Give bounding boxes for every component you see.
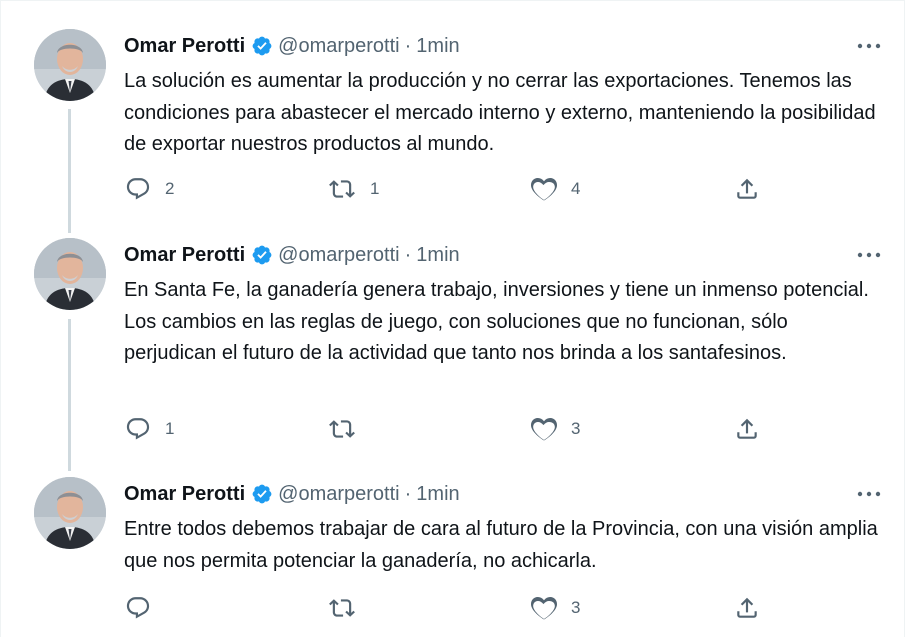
tweet[interactable]: Omar Perotti @omarperotti · 1min La solu… bbox=[1, 29, 906, 229]
author-name[interactable]: Omar Perotti bbox=[124, 483, 245, 506]
avatar[interactable] bbox=[34, 238, 106, 310]
share-button[interactable] bbox=[734, 593, 760, 623]
like-button[interactable]: 3 bbox=[531, 414, 580, 444]
separator-dot: · bbox=[404, 34, 412, 57]
reply-icon bbox=[126, 418, 150, 440]
tweet-actions: 3 bbox=[1, 593, 906, 623]
verified-badge-icon bbox=[251, 244, 273, 266]
tweet-timestamp[interactable]: 1min bbox=[416, 35, 459, 58]
retweet-count: 1 bbox=[370, 179, 380, 198]
retweet-icon bbox=[329, 180, 355, 198]
verified-badge-icon bbox=[251, 483, 273, 505]
reply-button[interactable] bbox=[125, 593, 165, 623]
retweet-icon bbox=[329, 420, 355, 438]
tweet[interactable]: Omar Perotti @omarperotti · 1min En Sant… bbox=[1, 238, 906, 463]
more-icon[interactable] bbox=[857, 248, 881, 262]
heart-icon bbox=[531, 596, 557, 620]
tweet-header: Omar Perotti @omarperotti · 1min bbox=[124, 242, 460, 268]
tweet-text: Entre todos debemos trabajar de cara al … bbox=[124, 518, 878, 572]
tweet-text: La solución es aumentar la producción y … bbox=[124, 70, 876, 155]
tweet-header: Omar Perotti @omarperotti · 1min bbox=[124, 481, 460, 507]
share-icon bbox=[737, 597, 757, 618]
tweet-actions: 2 1 4 bbox=[1, 174, 906, 204]
avatar[interactable] bbox=[34, 477, 106, 549]
author-handle[interactable]: @omarperotti bbox=[278, 244, 399, 267]
retweet-button[interactable] bbox=[328, 593, 370, 623]
author-handle[interactable]: @omarperotti bbox=[278, 35, 399, 58]
avatar[interactable] bbox=[34, 29, 106, 101]
reply-count: 2 bbox=[165, 179, 175, 198]
heart-icon bbox=[531, 417, 557, 441]
reply-icon bbox=[126, 597, 150, 619]
retweet-button[interactable] bbox=[328, 414, 370, 444]
tweet-text: En Santa Fe, la ganadería genera trabajo… bbox=[124, 279, 869, 364]
tweet-header: Omar Perotti @omarperotti · 1min bbox=[124, 33, 460, 59]
reply-button[interactable]: 2 bbox=[125, 174, 174, 204]
like-count: 3 bbox=[571, 598, 581, 617]
more-icon[interactable] bbox=[857, 39, 881, 53]
like-button[interactable]: 4 bbox=[531, 174, 580, 204]
reply-icon bbox=[126, 178, 150, 200]
like-button[interactable]: 3 bbox=[531, 593, 580, 623]
like-count: 4 bbox=[571, 179, 581, 198]
share-button[interactable] bbox=[734, 174, 760, 204]
separator-dot: · bbox=[404, 482, 412, 505]
tweet-actions: 1 3 bbox=[1, 414, 906, 444]
share-icon bbox=[737, 178, 757, 199]
tweet[interactable]: Omar Perotti @omarperotti · 1min Entre t… bbox=[1, 477, 906, 638]
tweet-timestamp[interactable]: 1min bbox=[416, 244, 459, 267]
like-count: 3 bbox=[571, 419, 581, 438]
tweet-thread: Omar Perotti @omarperotti · 1min La solu… bbox=[0, 0, 905, 637]
retweet-icon bbox=[329, 599, 355, 617]
tweet-timestamp[interactable]: 1min bbox=[416, 483, 459, 506]
reply-button[interactable]: 1 bbox=[125, 414, 174, 444]
retweet-button[interactable]: 1 bbox=[328, 174, 379, 204]
author-name[interactable]: Omar Perotti bbox=[124, 244, 245, 267]
reply-count: 1 bbox=[165, 419, 175, 438]
heart-icon bbox=[531, 177, 557, 201]
more-icon[interactable] bbox=[857, 487, 881, 501]
share-button[interactable] bbox=[734, 414, 760, 444]
verified-badge-icon bbox=[251, 35, 273, 57]
share-icon bbox=[737, 418, 757, 439]
separator-dot: · bbox=[404, 243, 412, 266]
author-name[interactable]: Omar Perotti bbox=[124, 35, 245, 58]
author-handle[interactable]: @omarperotti bbox=[278, 483, 399, 506]
